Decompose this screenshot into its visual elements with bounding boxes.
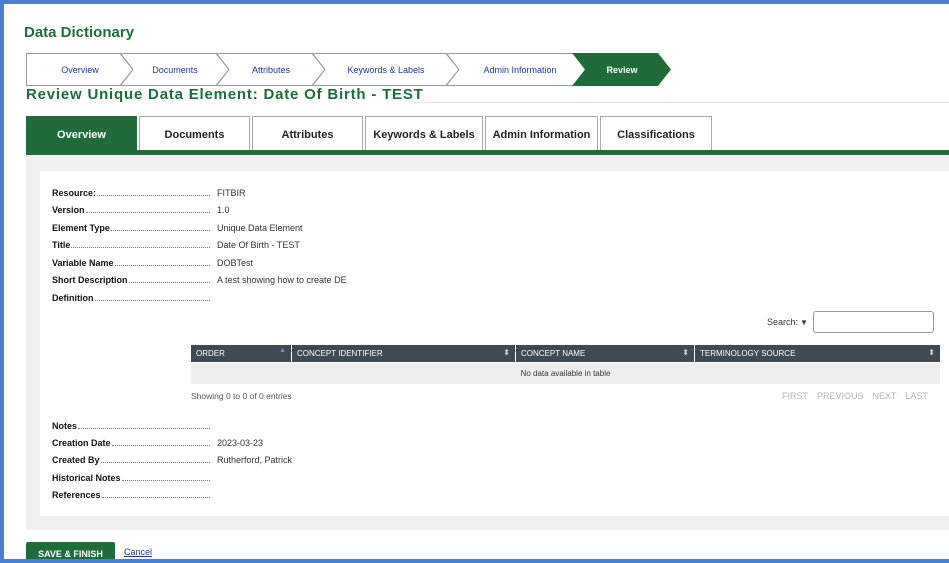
app-frame: Data Dictionary Overview Documents Attri… (0, 0, 949, 563)
field-short-description: Short Description A test showing how to … (52, 271, 452, 285)
column-header-concept-name[interactable]: CONCEPT NAME ⬍ (516, 345, 694, 362)
field-historical-notes: Historical Notes (52, 469, 452, 483)
wizard-step-label: Admin Information (483, 64, 557, 75)
field-label: Short Description (52, 275, 129, 285)
wizard-step-label: Documents (152, 64, 198, 75)
table-empty-row: No data available in table (191, 363, 940, 384)
wizard-step-keywords-labels[interactable]: Keywords & Labels (312, 53, 460, 86)
page-heading: Review Unique Data Element: Date Of Birt… (26, 86, 424, 103)
tab-classifications[interactable]: Classifications (600, 116, 712, 152)
table-header: ORDER ▲ CONCEPT IDENTIFIER ⬍ CONCEPT NAM… (191, 345, 940, 362)
cancel-link[interactable]: Cancel (124, 547, 152, 557)
field-label: Creation Date (52, 438, 112, 448)
field-references: References (52, 486, 452, 500)
wizard-step-label: Attributes (251, 64, 291, 75)
field-version: Version 1.0 (52, 201, 452, 215)
pager-previous[interactable]: PREVIOUS (817, 391, 864, 401)
column-header-order[interactable]: ORDER ▲ (191, 345, 291, 362)
field-label: Element Type (52, 223, 111, 233)
field-label: Variable Name (52, 258, 115, 268)
table-pagination: FIRST PREVIOUS NEXT LAST (782, 391, 928, 401)
field-element-type: Element Type Unique Data Element (52, 219, 452, 233)
search-input[interactable] (812, 311, 934, 333)
field-label: Version (52, 205, 86, 215)
field-definition: Definition (52, 289, 452, 303)
field-value: A test showing how to create DE (217, 275, 347, 285)
tab-bar: Overview Documents Attributes Keywords &… (26, 116, 726, 153)
field-label: Notes (52, 421, 79, 431)
sort-both-icon: ⬍ (503, 348, 510, 357)
field-value: 2023-03-23 (217, 438, 264, 448)
table-search: Search: ▼ (767, 311, 934, 333)
field-created-by: Created By Rutherford, Patrick (52, 451, 452, 465)
search-label: Search: (767, 317, 799, 327)
save-finish-button[interactable]: SAVE & FINISH (26, 542, 115, 559)
wizard-steps: Overview Documents Attributes Keywords &… (26, 53, 686, 86)
sort-asc-icon: ▲ (279, 347, 286, 354)
table-info: Showing 0 to 0 of 0 entries (191, 391, 292, 401)
tab-keywords-labels[interactable]: Keywords & Labels (365, 116, 483, 152)
tab-attributes[interactable]: Attributes (252, 116, 363, 152)
tab-admin-information[interactable]: Admin Information (485, 116, 598, 152)
wizard-step-label: Review (606, 64, 638, 75)
field-value: Date Of Birth - TEST (217, 240, 300, 250)
field-label: Historical Notes (52, 473, 122, 483)
column-header-terminology-source[interactable]: TERMINOLOGY SOURCE ⬍ (695, 345, 940, 362)
pager-next[interactable]: NEXT (872, 391, 896, 401)
wizard-step-review[interactable]: Review (572, 53, 672, 86)
field-value: DOBTest (217, 258, 254, 268)
wizard-step-label: Keywords & Labels (347, 64, 425, 75)
wizard-step-overview[interactable]: Overview (26, 53, 134, 86)
wizard-step-documents[interactable]: Documents (120, 53, 230, 86)
field-value: FITBIR (217, 188, 246, 198)
field-resource: Resource: FITBIR (52, 184, 452, 198)
field-label: Title (52, 240, 72, 250)
wizard-step-attributes[interactable]: Attributes (216, 53, 326, 86)
heading-divider (414, 102, 949, 103)
field-title: Title Date Of Birth - TEST (52, 236, 452, 250)
field-notes: Notes (52, 417, 452, 431)
wizard-step-label: Overview (61, 64, 99, 75)
pager-first[interactable]: FIRST (782, 391, 808, 401)
pager-last[interactable]: LAST (905, 391, 928, 401)
field-label: Created By (52, 455, 101, 465)
field-value: Rutherford, Patrick (217, 455, 293, 465)
sort-both-icon: ⬍ (928, 348, 935, 357)
field-variable-name: Variable Name DOBTest (52, 254, 452, 268)
tab-documents[interactable]: Documents (139, 116, 250, 152)
field-value: 1.0 (217, 205, 230, 215)
app-title: Data Dictionary (24, 24, 135, 41)
field-label: References (52, 490, 102, 500)
tab-overview[interactable]: Overview (26, 116, 137, 153)
caret-down-icon[interactable]: ▼ (800, 318, 808, 327)
field-label: Definition (52, 293, 95, 303)
sort-both-icon: ⬍ (682, 348, 689, 357)
column-header-concept-identifier[interactable]: CONCEPT IDENTIFIER ⬍ (292, 345, 515, 362)
field-value: Unique Data Element (217, 223, 303, 233)
field-creation-date: Creation Date 2023-03-23 (52, 434, 452, 448)
field-label: Resource: (52, 188, 98, 198)
